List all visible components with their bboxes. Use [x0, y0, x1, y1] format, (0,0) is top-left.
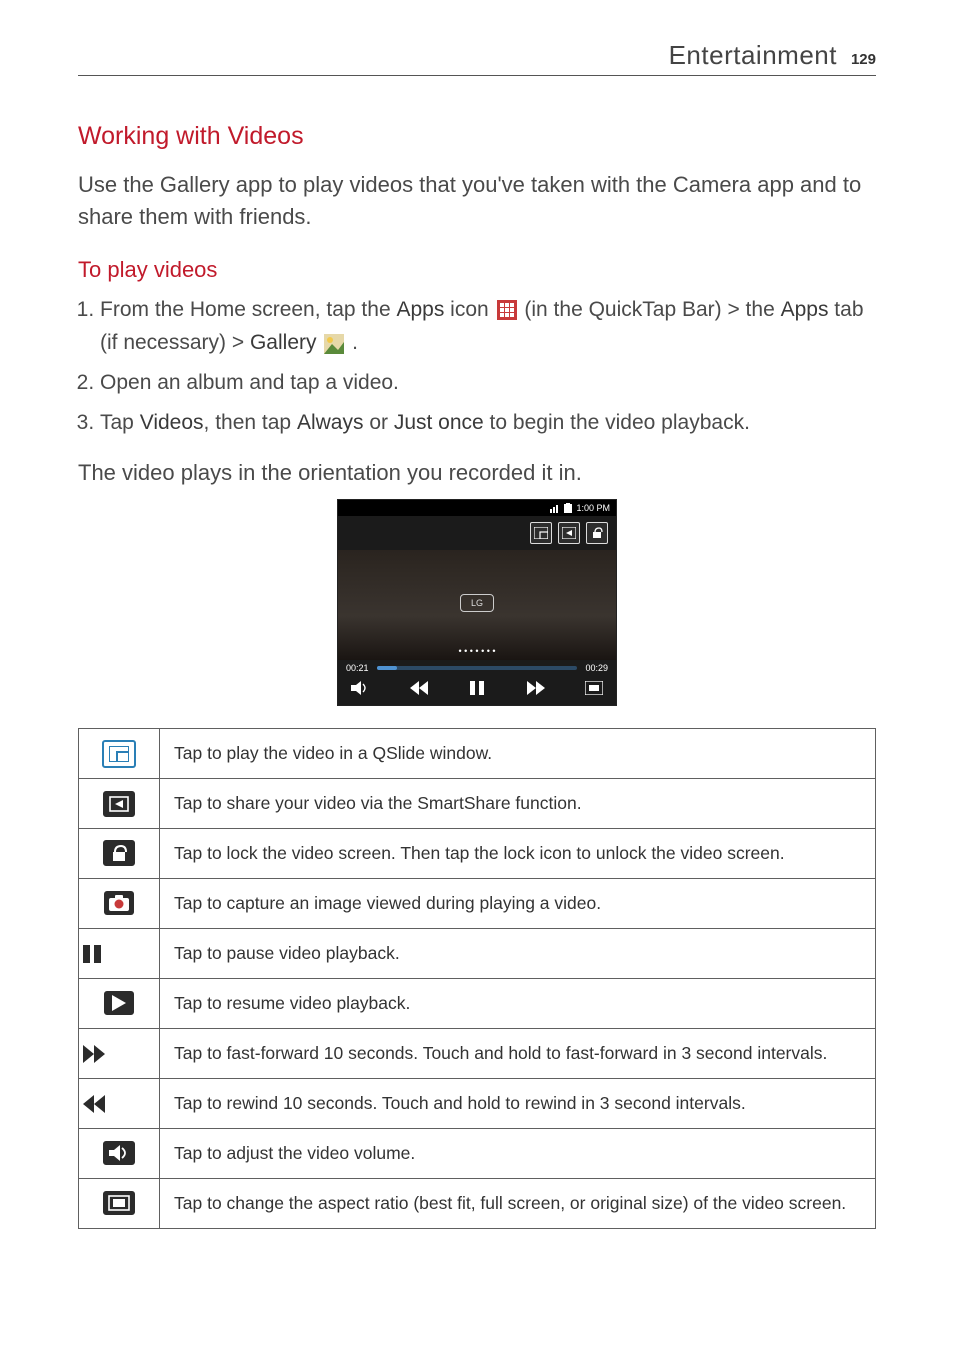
- desc-smartshare: Tap to share your video via the SmartSha…: [160, 779, 876, 829]
- mini-lock-icon: [586, 522, 608, 544]
- step-1-text-c: icon: [444, 298, 494, 321]
- qslide-icon: [102, 740, 136, 768]
- step-2: Open an album and tap a video.: [100, 366, 876, 400]
- table-row: Tap to share your video via the SmartSha…: [79, 779, 876, 829]
- icon-cell-play: [79, 979, 160, 1029]
- desc-rewind: Tap to rewind 10 seconds. Touch and hold…: [160, 1079, 876, 1129]
- step-1-text-a: From the Home screen, tap the: [100, 298, 396, 321]
- step-1-text-d: (in the QuickTap Bar) > the: [519, 298, 781, 321]
- capture-icon: [104, 891, 134, 915]
- step-2-text: Open an album and tap a video.: [100, 371, 399, 394]
- step-1-apps-tab: Apps: [781, 298, 829, 321]
- table-row: Tap to adjust the video volume.: [79, 1129, 876, 1179]
- status-time: 1:00 PM: [576, 503, 610, 513]
- icon-cell-aspect: [79, 1179, 160, 1229]
- step-1-apps-label: Apps: [396, 298, 444, 321]
- section-heading: Working with Videos: [78, 122, 876, 151]
- step-1-text-h: .: [346, 331, 358, 354]
- table-row: Tap to resume video playback.: [79, 979, 876, 1029]
- step-3: Tap Videos, then tap Always or Just once…: [100, 406, 876, 440]
- header-section-title: Entertainment: [669, 40, 837, 71]
- controls-row: [338, 673, 616, 705]
- smartshare-icon: [103, 791, 135, 817]
- step-3-text-c: , then tap: [204, 411, 297, 434]
- aspect-ratio-icon: [103, 1191, 135, 1215]
- icon-cell-volume: [79, 1129, 160, 1179]
- mini-volume-icon: [348, 679, 372, 697]
- icon-cell-rewind: [79, 1079, 160, 1129]
- icon-cell-lock: [79, 829, 160, 879]
- desc-capture: Tap to capture an image viewed during pl…: [160, 879, 876, 929]
- icon-cell-fastforward: [79, 1029, 160, 1079]
- top-icons-row: [338, 516, 616, 550]
- page-header: Entertainment 129: [78, 40, 876, 76]
- desc-volume: Tap to adjust the video volume.: [160, 1129, 876, 1179]
- gallery-icon: [324, 334, 344, 354]
- icon-cell-smartshare: [79, 779, 160, 829]
- step-3-videos: Videos: [140, 411, 204, 434]
- desc-pause: Tap to pause video playback.: [160, 929, 876, 979]
- video-player-screenshot: 1:00 PM LG • • • • • • • 00:21 00:29: [337, 499, 617, 706]
- table-row: Tap to change the aspect ratio (best fit…: [79, 1179, 876, 1229]
- video-icons-table: Tap to play the video in a QSlide window…: [78, 728, 876, 1229]
- battery-icon: [564, 503, 572, 513]
- apps-icon: [497, 300, 517, 320]
- lock-icon: [103, 840, 135, 866]
- time-total: 00:29: [585, 663, 608, 673]
- subsection-heading: To play videos: [78, 257, 876, 283]
- play-icon: [104, 991, 134, 1015]
- video-center-label: LG: [460, 594, 494, 612]
- step-3-justonce: Just once: [394, 411, 484, 434]
- seek-track: [377, 666, 578, 670]
- signal-icon: [550, 503, 560, 513]
- desc-qslide: Tap to play the video in a QSlide window…: [160, 729, 876, 779]
- desc-fastforward: Tap to fast-forward 10 seconds. Touch an…: [160, 1029, 876, 1079]
- volume-icon: [103, 1141, 135, 1165]
- table-row: Tap to lock the video screen. Then tap t…: [79, 829, 876, 879]
- mini-share-icon: [558, 522, 580, 544]
- rewind-icon: [81, 1094, 157, 1114]
- mini-qslide-icon: [530, 522, 552, 544]
- table-row: Tap to play the video in a QSlide window…: [79, 729, 876, 779]
- pause-icon: [81, 943, 157, 965]
- icon-cell-pause: [79, 929, 160, 979]
- icon-cell-qslide: [79, 729, 160, 779]
- step-1-gallery-label: Gallery: [250, 331, 317, 354]
- desc-aspect: Tap to change the aspect ratio (best fit…: [160, 1179, 876, 1229]
- icon-cell-capture: [79, 879, 160, 929]
- step-3-always: Always: [297, 411, 364, 434]
- time-elapsed: 00:21: [346, 663, 369, 673]
- page-root: Entertainment 129 Working with Videos Us…: [0, 0, 954, 1289]
- mini-forward-icon: [524, 679, 548, 697]
- fast-forward-icon: [81, 1044, 157, 1064]
- time-bar: 00:21 00:29: [338, 660, 616, 673]
- steps-list: From the Home screen, tap the Apps icon …: [78, 293, 876, 439]
- step-3-text-g: to begin the video playback.: [484, 411, 750, 434]
- header-page-number: 129: [851, 51, 876, 68]
- mini-pause-icon: [465, 679, 489, 697]
- table-row: Tap to pause video playback.: [79, 929, 876, 979]
- desc-lock: Tap to lock the video screen. Then tap t…: [160, 829, 876, 879]
- orientation-note: The video plays in the orientation you r…: [78, 457, 876, 489]
- table-row: Tap to fast-forward 10 seconds. Touch an…: [79, 1029, 876, 1079]
- video-caption: • • • • • • •: [458, 646, 495, 656]
- table-row: Tap to rewind 10 seconds. Touch and hold…: [79, 1079, 876, 1129]
- step-3-text-e: or: [363, 411, 393, 434]
- desc-play: Tap to resume video playback.: [160, 979, 876, 1029]
- step-1: From the Home screen, tap the Apps icon …: [100, 293, 876, 360]
- mini-rewind-icon: [407, 679, 431, 697]
- step-3-text-a: Tap: [100, 411, 140, 434]
- status-bar: 1:00 PM: [338, 500, 616, 516]
- table-row: Tap to capture an image viewed during pl…: [79, 879, 876, 929]
- video-frame-area: LG • • • • • • •: [338, 550, 616, 660]
- intro-paragraph: Use the Gallery app to play videos that …: [78, 169, 876, 233]
- mini-aspect-icon: [582, 679, 606, 697]
